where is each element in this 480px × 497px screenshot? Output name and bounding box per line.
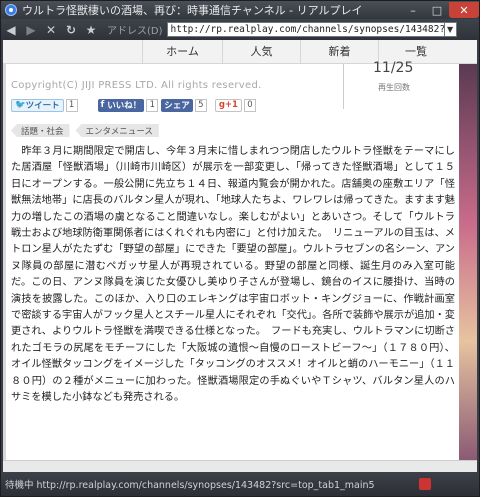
- tag-entertainment[interactable]: エンタメニュース: [75, 124, 159, 137]
- page-edge: [3, 64, 6, 460]
- window-controls: – □ ✕: [401, 1, 479, 19]
- tweet-label: ツイート: [25, 101, 60, 111]
- share-count: 5: [194, 98, 207, 112]
- divider: [343, 64, 344, 109]
- share-buttons: 🐦 ツイート 1 f いいね！ 1 シェア 5 g+1 0: [11, 98, 256, 112]
- copyright-text: Copyright(C) JIJI PRESS LTD. All rights …: [11, 80, 262, 91]
- facebook-icon: f: [100, 100, 108, 110]
- nav-new[interactable]: 新着: [300, 40, 378, 64]
- title-bar[interactable]: ウルトラ怪獣棲いの酒場、再び：時事通信チャンネル - リアルプレイ – □ ✕: [1, 1, 479, 19]
- gplus-count: 0: [243, 98, 256, 112]
- tweet-button[interactable]: 🐦 ツイート: [11, 98, 64, 112]
- article-body: 昨年３月に期間限定で開店し、今年３月末に惜しまれつつ閉店したウルトラ怪獣をテーマ…: [11, 146, 455, 404]
- google-plus-button[interactable]: g+1: [214, 98, 242, 112]
- tweet-count: 1: [65, 98, 78, 112]
- date-fragment: 11/25: [373, 60, 414, 76]
- maximize-icon[interactable]: □: [425, 2, 449, 18]
- refresh-icon[interactable]: ↻: [61, 21, 81, 39]
- close-icon[interactable]: ✕: [449, 2, 479, 18]
- nav-popular[interactable]: 人気: [222, 40, 300, 64]
- status-bar: 待機中 http://rp.realplay.com/channels/syno…: [1, 472, 479, 496]
- realplayer-icon: [5, 4, 17, 16]
- plays-label: 再生回数: [378, 83, 410, 92]
- forward-arrow-icon[interactable]: ▶: [21, 21, 41, 39]
- tag-social[interactable]: 話題・社会: [11, 124, 70, 137]
- facebook-like-button[interactable]: f いいね！: [97, 98, 145, 112]
- side-banner[interactable]: [459, 64, 477, 460]
- tag-list: 話題・社会 エンタメニュース: [11, 124, 165, 137]
- facebook-share-button[interactable]: シェア: [161, 98, 193, 112]
- minimize-icon[interactable]: –: [401, 2, 425, 18]
- browser-window: ウルトラ怪獣棲いの酒場、再び：時事通信チャンネル - リアルプレイ – □ ✕ …: [0, 0, 480, 497]
- browser-toolbar: ◀ ▶ ✕ ↻ ★ アドレス(D) http://rp.realplay.com…: [1, 19, 479, 40]
- status-indicator-icon: [419, 478, 431, 490]
- like-count: 1: [146, 98, 159, 112]
- address-dropdown-icon[interactable]: ▼: [444, 22, 457, 37]
- web-page: ホーム 人気 新着 一覧 11/25 再生回数 Copyright(C) JIJ…: [3, 40, 477, 460]
- address-input[interactable]: http://rp.realplay.com/channels/synopses…: [166, 22, 445, 37]
- back-arrow-icon[interactable]: ◀: [1, 21, 21, 39]
- twitter-bird-icon: 🐦: [15, 100, 26, 110]
- stop-icon[interactable]: ✕: [41, 21, 61, 39]
- status-text: 待機中 http://rp.realplay.com/channels/syno…: [5, 480, 375, 491]
- nav-home[interactable]: ホーム: [142, 40, 222, 64]
- horizontal-scrollbar[interactable]: [3, 460, 477, 472]
- favorites-star-icon[interactable]: ★: [81, 21, 101, 39]
- window-title: ウルトラ怪獣棲いの酒場、再び：時事通信チャンネル - リアルプレイ: [22, 4, 363, 17]
- like-label: いいね！: [107, 101, 142, 111]
- address-label: アドレス(D): [107, 26, 163, 37]
